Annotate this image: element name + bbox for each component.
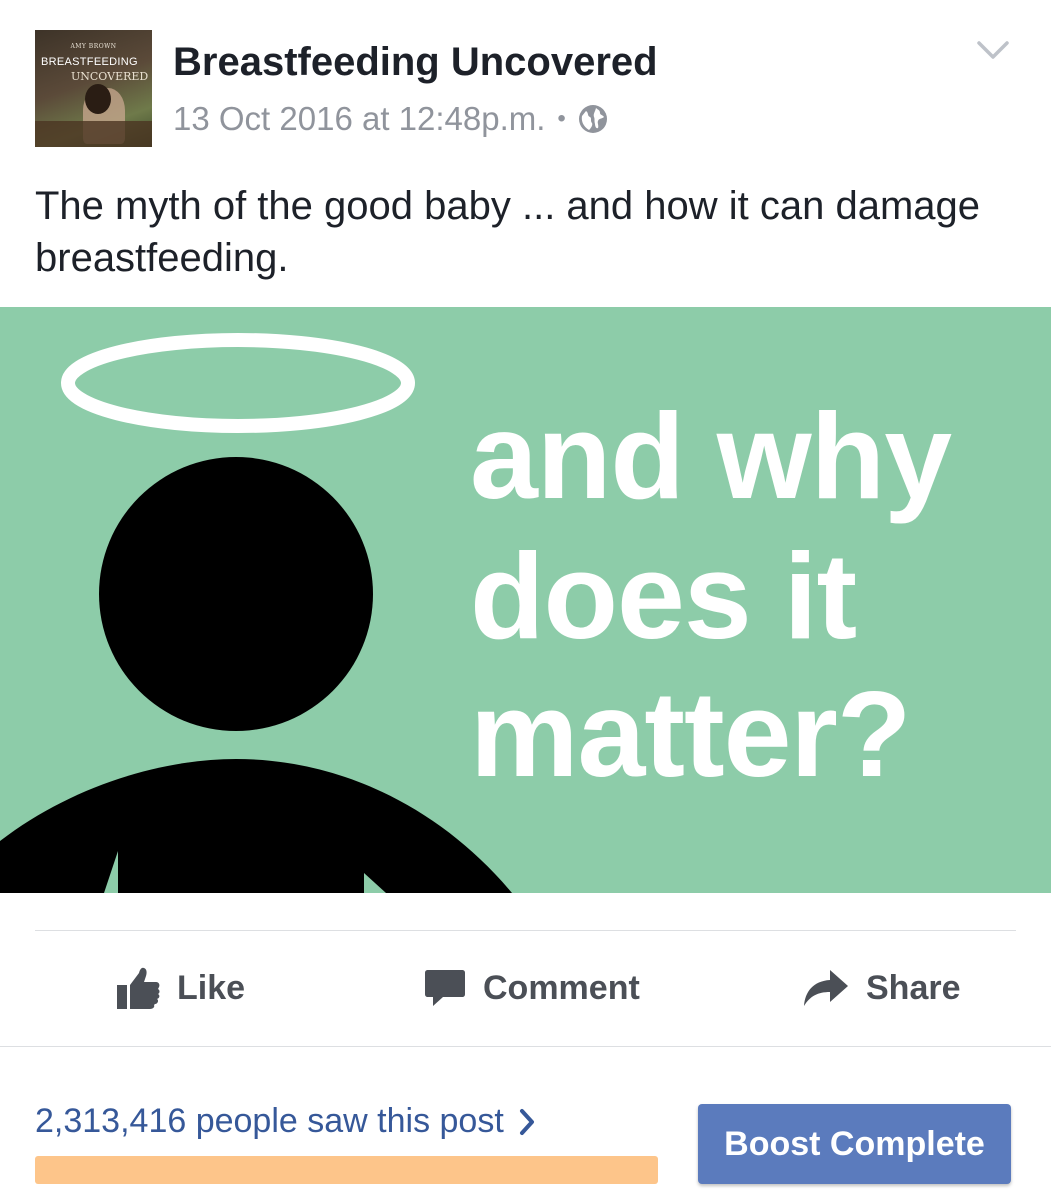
comment-bubble-icon: [425, 970, 465, 1006]
post-image[interactable]: and why does it matter?: [0, 307, 1051, 893]
post-reach-link[interactable]: 2,313,416 people saw this post: [35, 1102, 536, 1141]
post-meta: 13 Oct 2016 at 12:48p.m. •: [173, 100, 608, 138]
post-timestamp[interactable]: 13 Oct 2016 at 12:48p.m.: [173, 100, 545, 138]
share-label: Share: [866, 968, 961, 1007]
comment-label: Comment: [483, 968, 640, 1007]
avatar-title-line2: UNCOVERED: [71, 70, 149, 83]
halo-shape: [61, 333, 415, 433]
avatar-bench: [35, 121, 152, 147]
comment-button[interactable]: Comment: [423, 960, 640, 1016]
avatar-hair: [85, 84, 111, 114]
avatar-author: AMY BROWN: [70, 43, 117, 50]
hero-text-line3: matter?: [470, 666, 911, 802]
avatar-title-line1: BREASTFEEDING: [41, 56, 138, 68]
reach-text: 2,313,416 people saw this post: [35, 1102, 504, 1140]
boost-complete-button[interactable]: Boost Complete: [698, 1104, 1011, 1184]
globe-icon[interactable]: [578, 104, 608, 134]
hero-text-line2: does it: [470, 528, 857, 664]
body-shape: [0, 759, 512, 893]
page-name-link[interactable]: Breastfeeding Uncovered: [173, 40, 658, 85]
hero-text-line1: and why: [470, 388, 952, 524]
boost-label: Boost Complete: [724, 1124, 985, 1163]
share-arrow-icon: [804, 970, 848, 1006]
actions-bottom-divider: [0, 1046, 1051, 1047]
chevron-right-icon: [519, 1108, 534, 1135]
page-avatar[interactable]: AMY BROWN BREASTFEEDING UNCOVERED: [35, 30, 152, 147]
thumbs-up-icon: [117, 967, 160, 1009]
reach-progress-fill: [35, 1156, 658, 1184]
like-label: Like: [177, 968, 246, 1007]
chevron-down-icon[interactable]: [975, 38, 1011, 62]
post-text: The myth of the good baby ... and how it…: [35, 184, 981, 280]
reach-progress-bar: [35, 1156, 658, 1184]
head-shape: [99, 457, 373, 731]
share-button[interactable]: Share: [802, 960, 961, 1016]
meta-separator: •: [557, 105, 566, 132]
like-button[interactable]: Like: [115, 960, 245, 1016]
actions-top-divider: [35, 930, 1016, 931]
